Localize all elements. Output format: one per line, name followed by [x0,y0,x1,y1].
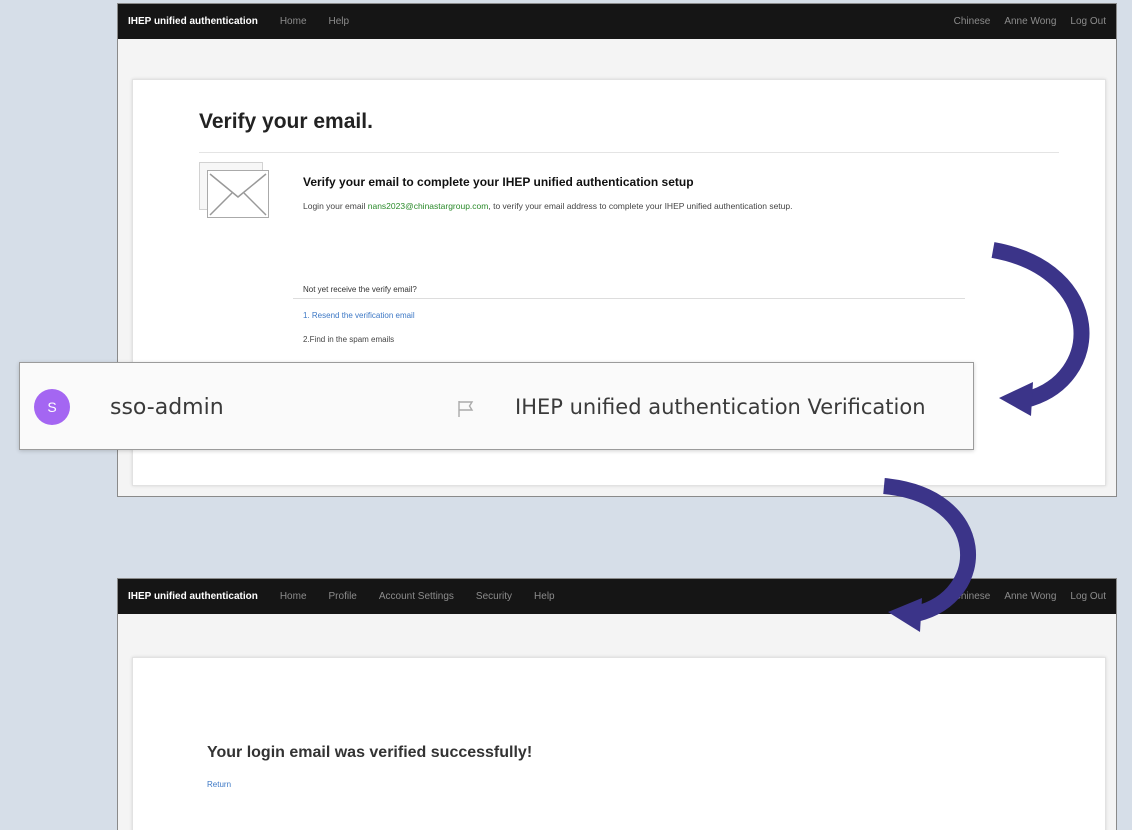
inbox-email-row[interactable]: S sso-admin IHEP unified authentication … [19,362,974,450]
email-address-link[interactable]: nans2023@chinastargroup.com [368,201,489,211]
desc-suffix: , to verify your email address to comple… [488,201,793,211]
email-sender: sso-admin [110,395,224,420]
nav-profile[interactable]: Profile [329,591,357,602]
nav-help[interactable]: Help [329,16,350,27]
brand-link[interactable]: IHEP unified authentication [128,591,258,602]
desc-prefix: Login your email [303,201,368,211]
flag-icon[interactable] [457,400,475,418]
spam-hint: 2.Find in the spam emails [303,335,395,344]
curved-arrow-icon [883,478,976,632]
top-navbar: IHEP unified authentication Home Help Ch… [118,4,1116,39]
curved-arrow-icon [991,242,1090,416]
success-panel: Your login email was verified successful… [132,657,1106,830]
nav-user[interactable]: Anne Wong [1004,16,1056,27]
divider [199,152,1059,153]
divider [293,298,965,299]
nav-account-settings[interactable]: Account Settings [379,591,454,602]
verify-heading: Verify your email to complete your IHEP … [303,175,694,189]
return-link[interactable]: Return [207,780,231,789]
nav-logout[interactable]: Log Out [1070,16,1106,27]
envelope-icon [199,162,269,220]
nav-home[interactable]: Home [280,591,307,602]
brand-link[interactable]: IHEP unified authentication [128,16,258,27]
page-title: Verify your email. [199,110,373,133]
email-subject: IHEP unified authentication Verification [515,395,926,419]
nav-help[interactable]: Help [534,591,555,602]
not-received-label: Not yet receive the verify email? [303,285,417,294]
resend-verification-link[interactable]: 1. Resend the verification email [303,311,415,320]
nav-home[interactable]: Home [280,16,307,27]
nav-user[interactable]: Anne Wong [1004,591,1056,602]
sender-avatar: S [34,389,70,425]
verify-description: Login your email nans2023@chinastargroup… [303,199,973,213]
nav-security[interactable]: Security [476,591,512,602]
success-message: Your login email was verified successful… [207,744,533,761]
nav-language[interactable]: Chinese [954,16,991,27]
nav-logout[interactable]: Log Out [1070,591,1106,602]
